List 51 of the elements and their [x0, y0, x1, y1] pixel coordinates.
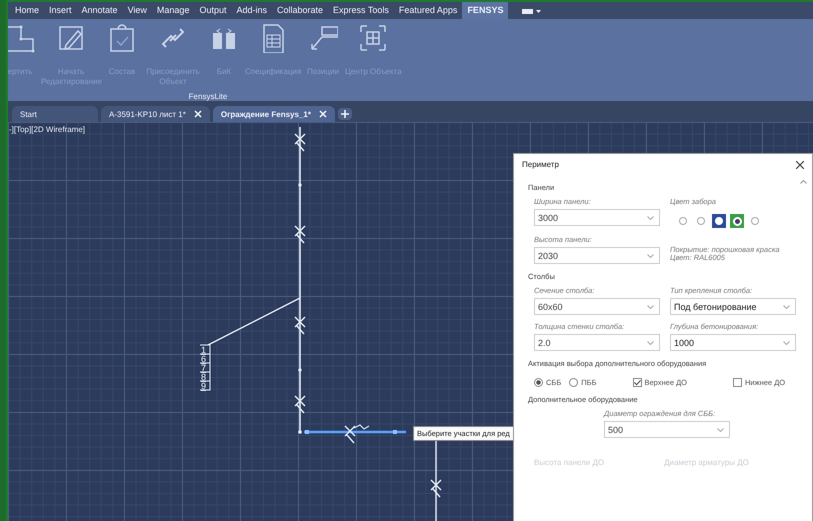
menu-tab[interactable]: Express Tools	[328, 2, 394, 19]
dropdown-field[interactable]: 60x60	[534, 298, 660, 315]
menu-tab[interactable]: Collaborate	[272, 2, 328, 19]
radio-button[interactable]	[534, 378, 543, 387]
new-tab-button[interactable]	[338, 108, 352, 120]
fence-line[interactable]	[430, 438, 442, 521]
dropdown-field[interactable]: 2.0	[534, 334, 660, 351]
selected-fence-segment[interactable]	[304, 424, 406, 444]
panel-title: FensysLite	[188, 92, 228, 101]
menu-tab[interactable]: Manage	[152, 2, 194, 19]
caret-icon	[783, 304, 790, 308]
checkbox[interactable]	[632, 378, 642, 387]
position-table	[200, 344, 210, 390]
fence-line[interactable]	[294, 127, 306, 434]
color-option[interactable]	[712, 214, 726, 228]
caret-icon	[647, 304, 654, 308]
crosshair-icon	[358, 23, 388, 53]
menu-tab[interactable]: Output	[194, 2, 232, 19]
radio-button[interactable]	[569, 378, 578, 387]
menu-tab[interactable]: Home	[10, 2, 44, 19]
position-number: 9	[201, 381, 206, 391]
close-icon[interactable]	[318, 110, 327, 118]
viewport-label[interactable]: -][Top][2D Wireframe]	[9, 125, 86, 134]
menu-tab[interactable]: Featured Apps	[394, 2, 462, 19]
dialog-title: Периметр	[522, 160, 559, 169]
checkbox[interactable]	[733, 378, 742, 387]
dropdown-field[interactable]: 500	[604, 421, 730, 438]
dropdown-field[interactable]: 1000	[670, 334, 796, 351]
color-option[interactable]	[730, 214, 744, 228]
caret-icon	[783, 340, 790, 344]
menu-tab[interactable]: View	[122, 2, 152, 19]
dropdown-field[interactable]: Под бетонирование	[670, 298, 796, 315]
polyline-icon	[8, 23, 35, 53]
position-number: 7	[201, 363, 206, 373]
dropdown-field[interactable]: 3000	[534, 209, 660, 226]
workspace-dropdown[interactable]	[522, 6, 542, 14]
caret-icon	[647, 216, 654, 220]
menu-tab[interactable]: Annotate	[76, 2, 123, 19]
close-button[interactable]	[796, 160, 804, 168]
position-number: 1	[201, 345, 206, 355]
caret-icon	[647, 254, 654, 258]
close-icon[interactable]	[194, 110, 202, 118]
menu-tab[interactable]: Insert	[44, 2, 77, 19]
menu-tab[interactable]: FENSYS	[462, 2, 508, 19]
caret-icon	[647, 340, 654, 344]
dropdown-field[interactable]: 2030	[534, 247, 660, 264]
position-number: 6	[201, 354, 206, 364]
caret-icon	[717, 428, 724, 432]
document-tab[interactable]: Start	[20, 110, 37, 118]
position-number: 8	[201, 372, 206, 382]
menu-tab[interactable]: Add-ins	[231, 2, 272, 19]
